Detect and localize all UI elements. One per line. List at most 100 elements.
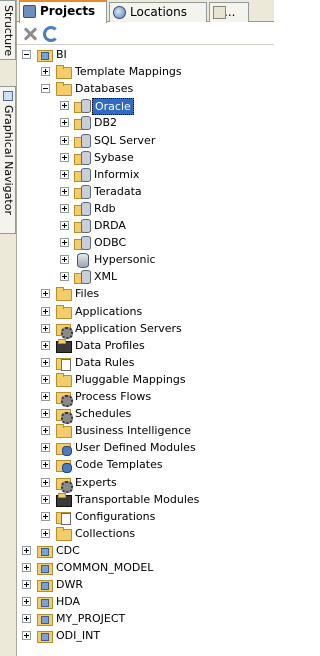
expand-toggle-icon[interactable]: [41, 307, 50, 316]
folder-icon: [55, 304, 72, 319]
tree-node-label[interactable]: ODI_INT: [54, 627, 102, 644]
tree-node-label[interactable]: Transportable Modules: [73, 491, 201, 508]
tree-node-label[interactable]: Business Intelligence: [73, 422, 193, 439]
tree-node-label[interactable]: Rdb: [92, 200, 118, 217]
tree-node-label[interactable]: Teradata: [92, 183, 144, 200]
tab-projects-label: Projects: [40, 4, 96, 18]
gear-folder-icon: [55, 406, 73, 424]
expand-toggle-icon[interactable]: [41, 426, 50, 435]
expand-toggle-icon[interactable]: [22, 580, 31, 589]
tree-node-label[interactable]: SQL Server: [92, 132, 157, 149]
expand-toggle-icon[interactable]: [41, 358, 50, 367]
tree-node-label[interactable]: MY_PROJECT: [54, 610, 127, 627]
dark-folder-icon: [55, 338, 72, 353]
tab-strip: Projects Locations ...: [17, 0, 274, 23]
expand-toggle-icon[interactable]: [41, 289, 50, 298]
expand-toggle-icon[interactable]: [41, 341, 50, 350]
tree-node-label[interactable]: Informix: [92, 166, 141, 183]
blue-folder-icon: [55, 457, 72, 473]
expand-toggle-icon[interactable]: [41, 443, 50, 452]
tab-graphical-navigator-label: Graphical Navigator: [2, 105, 15, 215]
project-icon: [36, 543, 53, 558]
tree-node-label[interactable]: Configurations: [73, 508, 157, 525]
expand-toggle-icon[interactable]: [22, 546, 31, 555]
tab-overflow[interactable]: ...: [209, 2, 249, 22]
expand-toggle-icon[interactable]: [60, 204, 69, 213]
tree-node-label[interactable]: Data Profiles: [73, 337, 147, 354]
tree-node-label[interactable]: Sybase: [92, 149, 136, 166]
expand-toggle-icon[interactable]: [60, 221, 69, 230]
folder-icon: [55, 423, 72, 438]
collapse-toggle-icon[interactable]: [22, 50, 31, 59]
expand-toggle-icon[interactable]: [41, 529, 50, 538]
tree-node-label[interactable]: DB2: [92, 114, 119, 131]
gear-folder-icon: [55, 389, 73, 407]
expand-toggle-icon[interactable]: [41, 324, 50, 333]
blue-folder-icon: [55, 440, 72, 456]
expand-toggle-icon[interactable]: [22, 563, 31, 572]
tree-node-label[interactable]: Data Rules: [73, 354, 136, 371]
tree-node-label[interactable]: XML: [92, 268, 119, 285]
expand-toggle-icon[interactable]: [41, 460, 50, 469]
tree-node-label[interactable]: Hypersonic: [92, 251, 158, 268]
expand-toggle-icon[interactable]: [41, 409, 50, 418]
tree-node-label[interactable]: Files: [73, 285, 101, 302]
tree-node-label[interactable]: DWR: [54, 576, 85, 593]
tree-node-label[interactable]: BI: [54, 46, 69, 63]
expand-toggle-icon[interactable]: [41, 375, 50, 384]
expand-toggle-icon[interactable]: [60, 255, 69, 264]
collapse-toggle-icon[interactable]: [41, 84, 50, 93]
tree-node-label[interactable]: Template Mappings: [73, 63, 184, 80]
tree-node-label[interactable]: CDC: [54, 542, 82, 559]
tree-node-label[interactable]: Schedules: [73, 405, 133, 422]
tree-node-label[interactable]: Process Flows: [73, 388, 153, 405]
tab-graphical-navigator[interactable]: Graphical Navigator: [0, 86, 16, 234]
expand-toggle-icon[interactable]: [41, 512, 50, 521]
expand-toggle-icon[interactable]: [22, 631, 31, 640]
refresh-icon[interactable]: [43, 26, 59, 42]
database-folder-icon: [74, 184, 91, 199]
expand-toggle-icon[interactable]: [22, 597, 31, 606]
tab-structure[interactable]: Structure: [0, 0, 16, 60]
expand-toggle-icon[interactable]: [60, 136, 69, 145]
delete-icon[interactable]: [22, 26, 38, 42]
expand-toggle-icon[interactable]: [41, 495, 50, 504]
database-folder-icon: [74, 150, 91, 165]
expand-toggle-icon[interactable]: [60, 153, 69, 162]
project-icon: [36, 611, 53, 626]
tree-node-label[interactable]: COMMON_MODEL: [54, 559, 155, 576]
tree-node-label[interactable]: Experts: [73, 474, 119, 491]
toolbar: [17, 23, 274, 45]
tab-structure-label: Structure: [2, 5, 15, 57]
expand-toggle-icon[interactable]: [60, 170, 69, 179]
tree-node-label[interactable]: Application Servers: [73, 320, 184, 337]
expand-toggle-icon[interactable]: [41, 392, 50, 401]
folder-icon: [55, 372, 72, 387]
tree-node-label[interactable]: HDA: [54, 593, 82, 610]
tree-node-label[interactable]: Pluggable Mappings: [73, 371, 188, 388]
dark-folder-icon: [55, 492, 72, 507]
expand-toggle-icon[interactable]: [60, 272, 69, 281]
tab-locations[interactable]: Locations: [109, 2, 207, 22]
tree-node-label[interactable]: Applications: [73, 303, 144, 320]
expand-toggle-icon[interactable]: [60, 118, 69, 127]
tree-node-label[interactable]: User Defined Modules: [73, 439, 198, 456]
database-folder-icon: [74, 201, 91, 216]
expand-toggle-icon[interactable]: [60, 187, 69, 196]
tree-node-label[interactable]: Databases: [73, 80, 135, 97]
expand-toggle-icon[interactable]: [41, 67, 50, 76]
project-tree: BI Template Mappings Databases Oracle DB2 SQL…: [18, 46, 274, 656]
tab-projects[interactable]: Projects: [19, 0, 107, 23]
database-folder-icon: [74, 115, 91, 130]
tree-node-label[interactable]: DRDA: [92, 217, 128, 234]
expand-toggle-icon[interactable]: [22, 614, 31, 623]
database-folder-icon: [74, 167, 91, 182]
tree-node-label[interactable]: Code Templates: [73, 456, 165, 473]
project-icon: [36, 47, 53, 62]
tree-node-label[interactable]: Collections: [73, 525, 137, 542]
expand-toggle-icon[interactable]: [60, 101, 69, 110]
expand-toggle-icon[interactable]: [41, 478, 50, 487]
expand-toggle-icon[interactable]: [60, 238, 69, 247]
tree-node-label[interactable]: ODBC: [92, 234, 128, 251]
tree-node-label[interactable]: Oracle: [92, 98, 134, 115]
